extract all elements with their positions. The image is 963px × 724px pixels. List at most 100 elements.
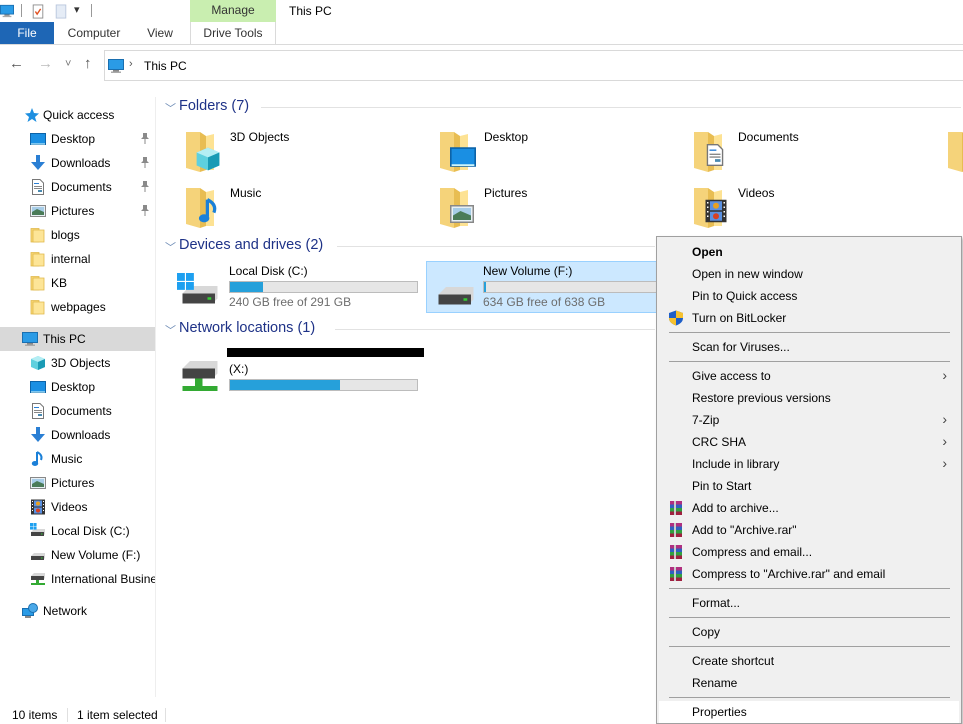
- sidebar-item-label: New Volume (F:): [51, 548, 141, 562]
- tab-drive-tools[interactable]: Drive Tools: [190, 22, 276, 44]
- menu-item-open-in-new-window[interactable]: Open in new window: [659, 263, 959, 285]
- sidebar-item-label: Documents: [51, 404, 112, 418]
- properties-icon[interactable]: [31, 4, 45, 19]
- drive-usage-bar: [229, 379, 418, 391]
- sidebar-item-local-disk-c[interactable]: Local Disk (C:): [0, 519, 155, 543]
- menu-separator: [669, 361, 950, 362]
- menu-item-add-to-archive[interactable]: Add to archive...: [659, 497, 959, 519]
- sidebar-quick-access[interactable]: Quick access: [0, 103, 155, 127]
- customize-qat-button[interactable]: ▾: [74, 3, 80, 16]
- documents-icon: [30, 403, 46, 419]
- sidebar-item-videos[interactable]: Videos: [0, 495, 155, 519]
- menu-item-properties[interactable]: Properties: [659, 701, 959, 723]
- drive-item-new-volume-f[interactable]: New Volume (F:) 634 GB free of 638 GB: [426, 261, 672, 313]
- menu-item-create-shortcut[interactable]: Create shortcut: [659, 650, 959, 672]
- menu-item-pin-to-start[interactable]: Pin to Start: [659, 475, 959, 497]
- up-button[interactable]: ↑: [84, 56, 92, 72]
- menu-separator: [669, 332, 950, 333]
- group-header-devices[interactable]: ﹀ Devices and drives (2): [165, 237, 655, 257]
- folder-item-desktop[interactable]: Desktop: [420, 126, 660, 178]
- folder-item-pictures[interactable]: Pictures: [420, 182, 660, 234]
- sidebar-item-blogs[interactable]: blogs: [0, 223, 155, 247]
- folder-item-music[interactable]: Music: [166, 182, 406, 234]
- tab-file[interactable]: File: [0, 22, 54, 44]
- drive-usage-fill: [484, 282, 486, 292]
- network-icon: [22, 603, 38, 619]
- back-button[interactable]: ←: [9, 56, 24, 72]
- sidebar-item-downloads[interactable]: Downloads: [0, 151, 155, 175]
- menu-item-crc-sha[interactable]: CRC SHA ›: [659, 431, 959, 453]
- group-title: Folders (7): [179, 98, 250, 114]
- sidebar-item-pictures[interactable]: Pictures: [0, 471, 155, 495]
- address-bar[interactable]: [104, 50, 963, 81]
- sidebar-item-kb[interactable]: KB: [0, 271, 155, 295]
- folder-item-documents[interactable]: Documents: [674, 126, 914, 178]
- pictures-icon: [30, 475, 46, 491]
- menu-item-give-access-to[interactable]: Give access to ›: [659, 365, 959, 387]
- menu-item-7-zip[interactable]: 7-Zip ›: [659, 409, 959, 431]
- menu-item-restore-previous-versions[interactable]: Restore previous versions: [659, 387, 959, 409]
- menu-item-include-in-library[interactable]: Include in library ›: [659, 453, 959, 475]
- new-folder-icon[interactable]: [54, 4, 68, 19]
- tab-computer[interactable]: Computer: [60, 22, 128, 44]
- menu-item-copy[interactable]: Copy: [659, 621, 959, 643]
- menu-item-compress-and-email[interactable]: Compress and email...: [659, 541, 959, 563]
- folder-item-downloads[interactable]: [928, 126, 963, 178]
- winrar-icon: [668, 544, 684, 560]
- sidebar-item-new-volume-f[interactable]: New Volume (F:): [0, 543, 155, 567]
- recent-locations-button[interactable]: ˅: [65, 56, 71, 72]
- folder-item-videos[interactable]: Videos: [674, 182, 914, 234]
- computer-icon: [0, 4, 14, 18]
- sidebar-item-internal[interactable]: internal: [0, 247, 155, 271]
- sidebar-item-desktop[interactable]: Desktop: [0, 375, 155, 399]
- menu-item-scan-for-viruses[interactable]: Scan for Viruses...: [659, 336, 959, 358]
- drive-item-local-disk-c[interactable]: Local Disk (C:) 240 GB free of 291 GB: [171, 261, 418, 313]
- menu-item-open[interactable]: Open: [659, 241, 959, 263]
- sidebar-item-music[interactable]: Music: [0, 447, 155, 471]
- collapse-chevron-icon[interactable]: ﹀: [165, 322, 176, 338]
- sidebar-item-downloads[interactable]: Downloads: [0, 423, 155, 447]
- menu-item-label: CRC SHA: [692, 435, 747, 449]
- menu-separator: [669, 697, 950, 698]
- group-header-network[interactable]: ﹀ Network locations (1): [165, 320, 655, 340]
- folder-name: Documents: [738, 130, 799, 144]
- menu-item-compress-to-archive-rar-and-email[interactable]: Compress to "Archive.rar" and email: [659, 563, 959, 585]
- sidebar-item-webpages[interactable]: webpages: [0, 295, 155, 319]
- menu-item-format[interactable]: Format...: [659, 592, 959, 614]
- forward-button[interactable]: →: [38, 56, 53, 72]
- sidebar-item-desktop[interactable]: Desktop: [0, 127, 155, 151]
- submenu-arrow-icon: ›: [942, 433, 947, 449]
- submenu-arrow-icon: ›: [942, 367, 947, 383]
- menu-item-rename[interactable]: Rename: [659, 672, 959, 694]
- folder-icon: [30, 251, 46, 267]
- this-pc-icon: [22, 331, 38, 347]
- menu-item-pin-to-quick-access[interactable]: Pin to Quick access: [659, 285, 959, 307]
- network-drive-icon: [30, 571, 46, 587]
- sidebar-this-pc[interactable]: This PC: [0, 327, 155, 351]
- group-header-folders[interactable]: ﹀ Folders (7): [165, 98, 963, 118]
- collapse-chevron-icon[interactable]: ﹀: [165, 100, 176, 116]
- menu-separator: [669, 588, 950, 589]
- collapse-chevron-icon[interactable]: ﹀: [165, 239, 176, 255]
- sidebar-item-documents[interactable]: Documents: [0, 175, 155, 199]
- folder-icon: [946, 130, 963, 172]
- menu-item-add-to-archive-rar[interactable]: Add to "Archive.rar": [659, 519, 959, 541]
- pin-icon: [140, 132, 150, 144]
- menu-item-label: Format...: [692, 596, 741, 610]
- group-title: Network locations (1): [179, 320, 316, 336]
- tab-view[interactable]: View: [138, 22, 182, 44]
- sidebar-network[interactable]: Network: [0, 599, 155, 623]
- navigation-pane: Quick access Desktop Downloads Documents…: [0, 97, 156, 697]
- sidebar-item-pictures[interactable]: Pictures: [0, 199, 155, 223]
- breadcrumb-chevron[interactable]: ›: [129, 58, 133, 70]
- sidebar-item-label: Local Disk (C:): [51, 524, 130, 538]
- manage-tab-group[interactable]: Manage: [190, 0, 276, 22]
- sidebar-item-label: internal: [51, 252, 91, 266]
- menu-item-turn-on-bitlocker[interactable]: Turn on BitLocker: [659, 307, 959, 329]
- folder-item-3d-objects[interactable]: 3D Objects: [166, 126, 406, 178]
- sidebar-item-network-drive[interactable]: International Busine: [0, 567, 155, 591]
- breadcrumb-this-pc[interactable]: This PC: [144, 59, 187, 73]
- sidebar-item-3d-objects[interactable]: 3D Objects: [0, 351, 155, 375]
- winrar-icon: [668, 566, 684, 582]
- sidebar-item-documents[interactable]: Documents: [0, 399, 155, 423]
